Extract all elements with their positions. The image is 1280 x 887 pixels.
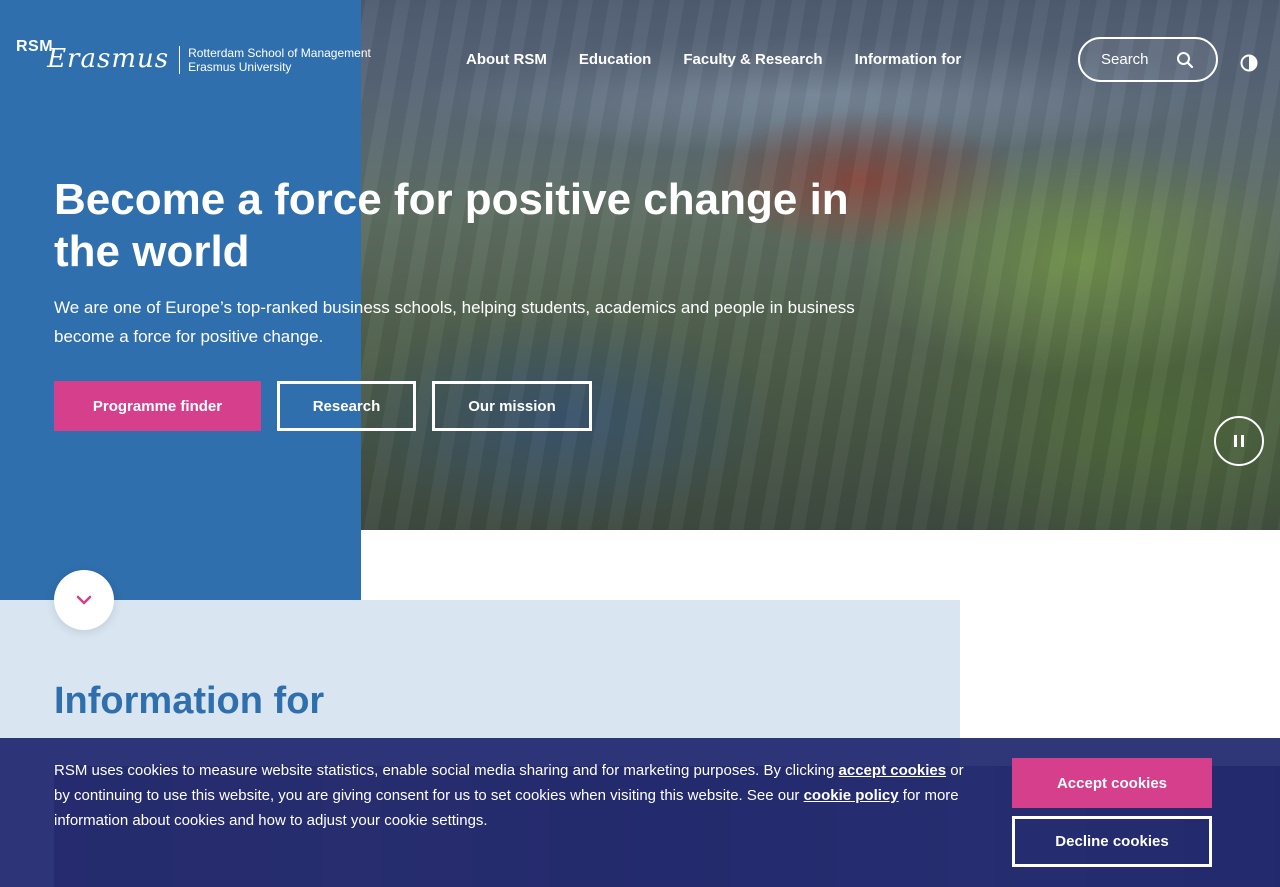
accept-cookies-button[interactable]: Accept cookies [1012, 758, 1212, 808]
cookie-policy-link[interactable]: cookie policy [804, 787, 899, 804]
logo-script: Erasmus [47, 44, 170, 74]
programme-finder-button[interactable]: Programme finder [54, 381, 261, 431]
search-label: Search [1101, 51, 1149, 68]
hero-subtitle: We are one of Europe’s top-ranked busine… [54, 298, 855, 346]
main-nav: About RSM Education Faculty & Research I… [466, 51, 961, 68]
pause-video-button[interactable] [1214, 416, 1264, 466]
nav-about-rsm[interactable]: About RSM [466, 51, 547, 68]
cookie-text-1: RSM uses cookies to measure website stat… [54, 762, 839, 779]
search-icon [1177, 52, 1194, 69]
pause-icon [1234, 435, 1244, 447]
decline-cookies-button[interactable]: Decline cookies [1012, 816, 1212, 867]
rsm-logo[interactable]: RSM Erasmus Rotterdam School of Manageme… [16, 38, 371, 74]
logo-divider [179, 46, 181, 74]
hero-title: Become a force for positive change in th… [54, 175, 849, 276]
contrast-icon[interactable] [1240, 54, 1258, 72]
logo-line-1: Rotterdam School of Management [188, 46, 371, 60]
search-button[interactable]: Search [1078, 37, 1218, 82]
cookie-message: RSM uses cookies to measure website stat… [54, 758, 974, 833]
accept-cookies-link[interactable]: accept cookies [839, 762, 947, 779]
our-mission-button[interactable]: Our mission [432, 381, 592, 431]
scroll-down-button[interactable] [54, 570, 114, 630]
research-button[interactable]: Research [277, 381, 416, 431]
chevron-down-icon [76, 595, 92, 605]
nav-education[interactable]: Education [579, 51, 652, 68]
cookie-banner: RSM uses cookies to measure website stat… [0, 738, 1280, 887]
nav-faculty-research[interactable]: Faculty & Research [683, 51, 822, 68]
nav-information-for[interactable]: Information for [855, 51, 962, 68]
information-for-heading: Information for [54, 680, 325, 722]
logo-line-2: Erasmus University [188, 60, 292, 74]
logo-text: Rotterdam School of Management Erasmus U… [188, 46, 371, 74]
